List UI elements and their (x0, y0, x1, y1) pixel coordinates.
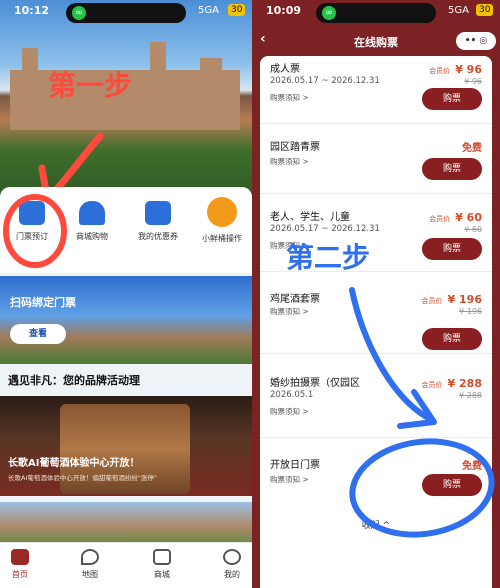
mini-program-capsule[interactable]: •• ◎ (456, 32, 496, 50)
shortcut-label: 我的优惠券 (138, 232, 178, 241)
annotation-step-two: 第二步 (286, 241, 371, 274)
tab-mall[interactable]: 商城 (142, 549, 182, 580)
ticket-price: 会员价 ¥ 96 ¥ 96 (429, 58, 482, 86)
annotation-arrow-and-circle (349, 287, 495, 538)
coupon-icon (145, 201, 171, 225)
person-icon (223, 549, 241, 565)
signal-label: 5GA (198, 5, 219, 16)
view-button[interactable]: 查看 (10, 324, 66, 344)
tab-map[interactable]: 地图 (70, 549, 110, 580)
member-price-label: 会员价 (429, 215, 451, 223)
original-price: ¥ 96 (464, 77, 482, 86)
home-screen: 10:12 ∞ 5GA 30 第一步 门票预订 商城购物 我的优惠券 小鲜桶操作… (0, 0, 252, 588)
castle-tower-left (22, 48, 38, 88)
map-pin-icon (81, 549, 99, 565)
signal-label: 5GA (448, 5, 469, 16)
ai-wine-banner[interactable]: 长歌AI葡萄酒体验中心开放！ 长歌AI葡萄酒体验中心开放！偏甜葡萄酒纷纷"涨停" (0, 396, 252, 496)
member-price-label: 会员价 (429, 67, 451, 75)
free-label: 免费 (462, 143, 482, 154)
tab-label: 地图 (82, 570, 98, 579)
status-time: 10:09 (266, 4, 302, 17)
scan-bind-banner[interactable]: 扫码绑定门票 查看 (0, 276, 252, 364)
castle-tower-center (150, 42, 166, 88)
castle-banner[interactable] (0, 502, 252, 542)
tab-label: 首页 (12, 570, 28, 579)
dynamic-island: ∞ (316, 3, 436, 23)
nav-bar: ‹ 在线购票 •• ◎ (252, 26, 500, 56)
tab-home[interactable]: 首页 (0, 549, 40, 580)
buy-button[interactable]: 购票 (422, 238, 482, 260)
shortcut-label: 商城购物 (76, 232, 108, 241)
original-price: ¥ 60 (464, 225, 482, 234)
buy-button[interactable]: 购票 (422, 88, 482, 110)
link-icon: ∞ (322, 6, 336, 20)
link-icon: ∞ (72, 6, 86, 20)
battery-badge: 30 (228, 4, 246, 16)
ticket-name: 园区踏青票 (270, 142, 320, 153)
status-bar: 10:12 ∞ 5GA 30 (0, 0, 252, 24)
shortcut-label: 小鲜桶操作 (202, 234, 242, 243)
store-icon (153, 549, 171, 565)
tab-label: 商城 (154, 570, 170, 579)
ticket-notice-link[interactable]: 购票须知 > (270, 156, 309, 167)
ticket-name: 老人、学生、儿童 (270, 212, 350, 223)
ticket-notice-link[interactable]: 购票须知 > (270, 92, 309, 103)
ticket-date: 2026.05.17 ~ 2026.12.31 (270, 224, 380, 234)
orange-bucket-icon (207, 197, 237, 227)
ai-banner-subtitle: 长歌AI葡萄酒体验中心开放！偏甜葡萄酒纷纷"涨停" (8, 474, 157, 482)
status-bar: 10:09 ∞ 5GA 30 (252, 0, 500, 24)
ticket-name: 成人票 (270, 64, 300, 75)
shortcut-my-coupons[interactable]: 我的优惠券 (128, 201, 188, 242)
ticket-date: 2026.05.17 ~ 2026.12.31 (270, 76, 380, 86)
ticket-screen: 10:09 ∞ 5GA 30 ‹ 在线购票 •• ◎ 成人票 2026.05.1… (252, 0, 500, 588)
shopping-bell-icon (79, 201, 105, 225)
status-time: 10:12 (14, 4, 50, 17)
shortcut-fresh-bucket[interactable]: 小鲜桶操作 (192, 197, 252, 244)
tab-mine[interactable]: 我的 (212, 549, 252, 580)
tab-label: 我的 (224, 570, 240, 579)
battery-badge: 30 (476, 4, 494, 16)
ticket-row-adult: 成人票 2026.05.17 ~ 2026.12.31 购票须知 > 会员价 ¥… (260, 56, 492, 124)
home-icon (11, 549, 29, 565)
castle-tower-right (200, 58, 222, 88)
ticket-row-park-outing: 园区踏青票 购票须知 > 免费 购票 (260, 126, 492, 194)
buy-button[interactable]: 购票 (422, 158, 482, 180)
annotation-step-one: 第一步 (48, 69, 133, 102)
shortcut-mall-shopping[interactable]: 商城购物 (62, 201, 122, 242)
ticket-price: 会员价 ¥ 60 ¥ 60 (429, 206, 482, 234)
ticket-price: 免费 (462, 136, 482, 155)
bottom-tab-bar: 首页 地图 商城 我的 (0, 542, 252, 588)
scan-bind-title: 扫码绑定门票 (10, 296, 76, 309)
ai-banner-title: 长歌AI葡萄酒体验中心开放！ (8, 458, 140, 469)
member-price-value: ¥ 60 (455, 211, 482, 224)
dynamic-island: ∞ (66, 3, 186, 23)
member-price-value: ¥ 96 (455, 63, 482, 76)
section-title: 遇见非凡：您的品牌活动理 (8, 374, 140, 387)
annotation-circle (3, 194, 67, 268)
shortcut-card: 门票预订 商城购物 我的优惠券 小鲜桶操作 (0, 187, 252, 273)
